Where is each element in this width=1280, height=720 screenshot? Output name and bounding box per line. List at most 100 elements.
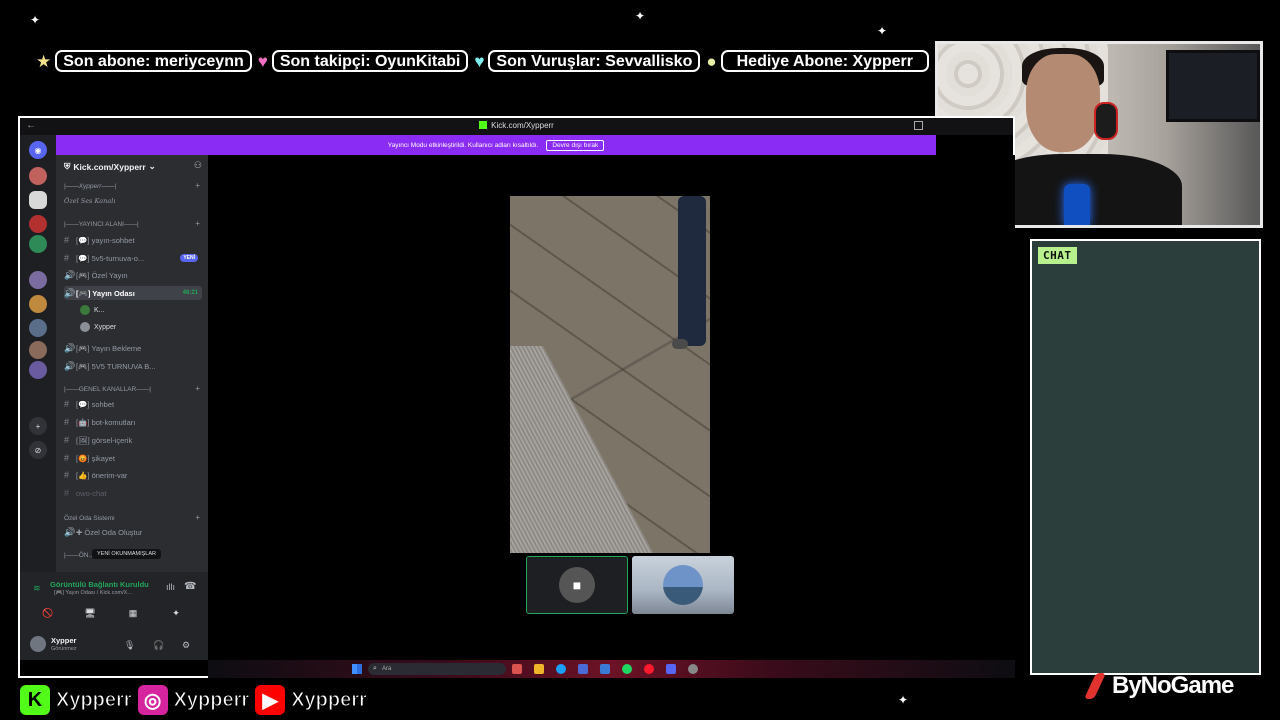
ticker-item: ★ Son abone: meriyceynn — [36, 50, 252, 72]
server-header[interactable]: ⛨ Kick.com/Xypperr ⌄ — [64, 161, 156, 172]
video-thumbnail-user[interactable] — [632, 556, 734, 614]
avatar — [80, 322, 90, 332]
server-icon[interactable] — [29, 319, 47, 337]
social-handle: Xypperr — [291, 688, 368, 711]
channel-item[interactable]: # [😡] şikayet — [64, 451, 202, 465]
voice-channel-item-active[interactable]: 🔊 [🎮] Yayın Odası 46:21 — [64, 286, 202, 300]
camera-off-button[interactable]: 🚫 — [30, 606, 66, 620]
disconnect-icon[interactable]: ☎ — [184, 581, 196, 592]
voice-user[interactable]: K... — [80, 304, 105, 316]
server-icon[interactable] — [29, 167, 47, 185]
spotify-icon[interactable] — [622, 664, 632, 674]
new-badge: YENİ — [180, 254, 198, 262]
add-channel-icon[interactable]: + — [195, 219, 200, 228]
window-titlebar: ← Kick.com/Xypperr — [20, 118, 1013, 135]
channel-item[interactable]: # [💬] sohbet — [64, 397, 202, 411]
add-channel-icon[interactable]: + — [195, 513, 200, 522]
window-restore-icon[interactable] — [914, 121, 923, 130]
voice-channel-item[interactable]: 🔊 ✚ Özel Oda Oluştur — [64, 525, 202, 539]
explore-icon[interactable]: ⊘ — [29, 441, 47, 459]
avatar[interactable] — [30, 636, 46, 652]
taskbar-app-icon[interactable] — [688, 664, 698, 674]
tv-screen — [1166, 50, 1260, 122]
screen-capture-window: ← Kick.com/Xypperr Yayıncı Modu etkinleş… — [18, 116, 1015, 678]
folder-icon[interactable] — [534, 664, 544, 674]
gear-icon[interactable]: ⚙ — [182, 640, 190, 651]
add-channel-icon[interactable]: + — [195, 181, 200, 190]
noise-suppression-icon[interactable]: ıllı — [166, 582, 175, 592]
microphone-icon[interactable]: 🎙 — [124, 640, 135, 651]
channel-item[interactable]: # [🤖] bot-komutları — [64, 415, 202, 429]
video-thumbnail-self[interactable]: ■ — [526, 556, 628, 614]
channel-item[interactable]: # [👍] önerim-var — [64, 468, 202, 482]
category-header[interactable]: Özel Oda Sistemi — [64, 515, 115, 522]
channel-item[interactable]: # [🖼] görsel-içerik — [64, 433, 202, 447]
call-timer: 46:21 — [182, 290, 198, 296]
taskbar-app-icon[interactable] — [512, 664, 522, 674]
bynogame-icon — [1086, 673, 1108, 699]
taskbar-search[interactable]: ⌕ Ara — [368, 663, 506, 675]
main-video-stream[interactable] — [510, 196, 710, 553]
server-icon[interactable] — [29, 215, 47, 233]
server-icon[interactable] — [29, 341, 47, 359]
star-icon: ★ — [36, 51, 52, 71]
avatar — [80, 305, 90, 315]
kick-logo-icon — [479, 121, 488, 129]
category-header[interactable]: |——GENEL KANALLAR——| — [64, 386, 151, 393]
ticker-item: ♥ Son Vuruşlar: Sevvallisko — [474, 50, 701, 72]
ticker-label: Son Vuruşlar: Sevvallisko — [488, 50, 701, 72]
disable-streamer-mode-button[interactable]: Devre dışı bırak — [546, 139, 605, 151]
stream-overlay: ✦ ✦ ✦ ✦ ★ Son abone: meriyceynn ♥ Son takip… — [0, 0, 1280, 720]
heart-icon: ♥ — [474, 51, 485, 71]
server-icon[interactable] — [29, 361, 47, 379]
server-icon[interactable] — [29, 191, 47, 209]
server-icon[interactable] — [29, 235, 47, 253]
discord-icon[interactable] — [666, 664, 676, 674]
youtube-icon: ▶ — [255, 685, 286, 715]
category-header[interactable]: |——YAYINCI ALANI——| — [64, 221, 139, 228]
edge-icon[interactable] — [556, 664, 566, 674]
social-links: K Xypperr ◎ Xypperr ▶ Xypperr — [20, 683, 367, 717]
channel-item[interactable]: # [💬] yayın-sohbet — [64, 233, 202, 247]
server-icon[interactable] — [29, 295, 47, 313]
voice-channel-item[interactable]: 🔊 [🎮] 5V5 TURNUVA B... — [64, 359, 202, 373]
username[interactable]: Xypper — [51, 636, 76, 645]
category-header[interactable]: |——Xypperr——| — [64, 183, 116, 190]
voice-user[interactable]: Xypper — [80, 321, 116, 333]
social-handle: Xypperr — [173, 688, 250, 711]
add-channel-icon[interactable]: + — [195, 384, 200, 393]
activities-button[interactable]: ▦ — [115, 606, 151, 620]
headphones-icon[interactable]: 🎧 — [153, 640, 164, 651]
window-title: Kick.com/Xypperr — [491, 121, 554, 130]
server-name: Kick.com/Xypperr — [73, 161, 146, 172]
add-member-icon[interactable]: ⚇ — [194, 160, 202, 171]
server-shield-icon: ⛨ — [64, 161, 71, 171]
unread-tooltip[interactable]: YENİ OKUNMAMIŞLAR — [92, 549, 161, 559]
ticker-label: Hediye Abone: Xypperr — [720, 50, 929, 72]
voice-channel-item[interactable]: 🔊 [🎮] Yayın Bekleme — [64, 341, 202, 355]
ticker-item: ♥ Son takipçi: OyunKitabi — [258, 50, 469, 72]
add-server-icon[interactable]: + — [29, 417, 47, 435]
ticker-label: Son abone: meriyceynn — [55, 50, 252, 72]
microphone-icon — [1064, 184, 1090, 225]
opera-icon[interactable] — [644, 664, 654, 674]
category-header[interactable]: Özel Ses Kanalı — [64, 197, 115, 205]
discord-home-icon[interactable]: ◉ — [29, 141, 47, 159]
video-stage: ■ — [208, 155, 1015, 660]
user-panel: Xypper Görünmez 🎙 🎧 ⚙ — [20, 628, 208, 660]
streamer-mode-banner: Yayıncı Modu etkinleştirildi. Kullanıcı … — [56, 135, 936, 155]
taskbar-app-icon[interactable] — [600, 664, 610, 674]
channel-item[interactable]: # owo-chat — [64, 486, 202, 500]
ticker-item: ● Hediye Abone: Xypperr — [706, 50, 929, 72]
streamer-mode-text: Yayıncı Modu etkinleştirildi. Kullanıcı … — [387, 141, 539, 149]
soundboard-button[interactable]: ✦ — [158, 606, 194, 620]
connection-channel[interactable]: [🎮] Yayın Odası / Kick.com/X... — [54, 590, 132, 596]
taskbar-app-icon[interactable] — [578, 664, 588, 674]
screen-share-button[interactable]: 🖥 — [72, 606, 108, 620]
channel-item[interactable]: # [💬] 5v5-turnuva-o... YENİ — [64, 251, 202, 265]
voice-channel-item[interactable]: 🔊 [🎮] Özel Yayın — [64, 268, 202, 282]
server-icon[interactable] — [29, 271, 47, 289]
voice-connection-panel: ≋ Görüntülü Bağlantı Kuruldu [🎮] Yayın O… — [20, 572, 208, 628]
windows-start-icon[interactable] — [352, 664, 362, 674]
category-header[interactable]: |——ÖN... — [64, 552, 94, 559]
